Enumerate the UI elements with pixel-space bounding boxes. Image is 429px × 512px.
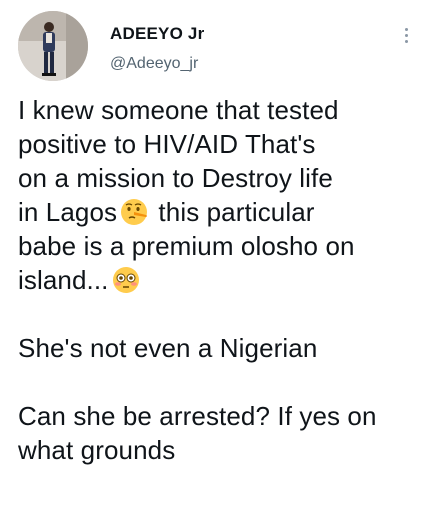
tweet-line: in Lagos this particular <box>18 195 418 229</box>
author-info: ADEEYO Jr @Adeeyo_jr <box>110 24 204 74</box>
tweet-paragraph: She's not even a Nigerian <box>18 331 418 365</box>
tweet-text-segment: in Lagos <box>18 197 118 227</box>
tweet-text-segment: this particular <box>151 197 315 227</box>
tweet-line: Can she be arrested? If yes on <box>18 401 377 431</box>
tweet-paragraph: Can she be arrested? If yes on what grou… <box>18 399 418 467</box>
user-handle[interactable]: @Adeeyo_jr <box>110 54 204 74</box>
tweet-line: on a mission to Destroy life <box>18 163 333 193</box>
display-name[interactable]: ADEEYO Jr <box>110 24 204 44</box>
tweet-text: I knew someone that tested positive to H… <box>18 93 418 467</box>
tweet-line: island... <box>18 263 418 297</box>
tweet-card: ADEEYO Jr @Adeeyo_jr I knew someone that… <box>0 0 429 512</box>
more-vertical-icon[interactable] <box>402 28 410 50</box>
lying-face-emoji-icon <box>119 197 149 227</box>
tweet-line: I knew someone that tested <box>18 95 339 125</box>
tweet-paragraph: I knew someone that tested positive to H… <box>18 93 418 297</box>
tweet-line: positive to HIV/AID That's <box>18 129 316 159</box>
tweet-text-segment: island... <box>18 265 109 295</box>
tweet-line: what grounds <box>18 435 176 465</box>
tweet-line: She's not even a Nigerian <box>18 333 318 363</box>
tweet-line: babe is a premium olosho on <box>18 231 355 261</box>
flushed-face-emoji-icon <box>111 265 141 295</box>
avatar[interactable] <box>18 11 88 81</box>
avatar-photo <box>18 11 88 81</box>
